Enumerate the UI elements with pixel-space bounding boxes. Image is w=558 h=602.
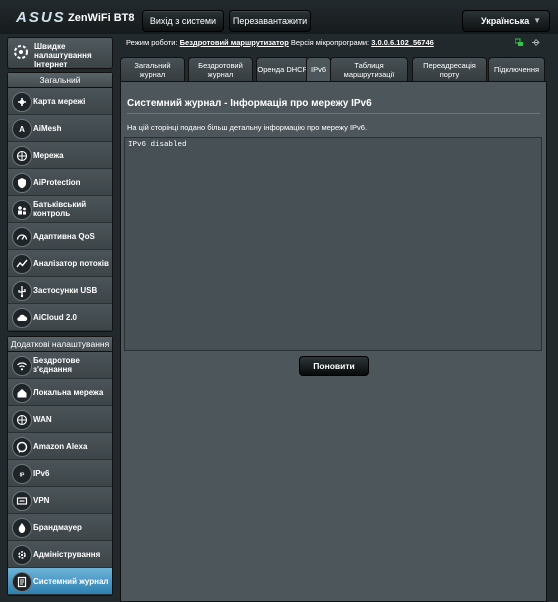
usb-icon [12,281,32,301]
sidebar: Швидке налаштування Інтернет Загальний К… [0,34,118,600]
firmware-version-link[interactable]: 3.0.0.6.102_56746 [371,38,434,47]
sidebar-item-label: AiCloud 2.0 [33,313,78,322]
sidebar-item-label: Адаптивна QoS [33,232,95,241]
sidebar-item-label: Аналізатор потоків [33,259,109,268]
tab-dhcp-leases[interactable]: Оренда DHCP [256,57,309,81]
mode-label: Режим роботи: [126,38,178,47]
vpn-icon [12,491,32,511]
sidebar-item-firewall[interactable]: Брандмауер [8,514,112,541]
tab-port-forwarding[interactable]: Переадресація порту [412,57,487,81]
sidebar-item-label: Системний журнал [33,577,109,586]
tab-connections[interactable]: Підключення [488,57,545,81]
title-divider [127,113,540,114]
general-menu: Загальний Карта мережі A AiMesh Мережа AiPro… [7,72,113,332]
log-textarea[interactable]: IPv6 disabled [124,137,542,351]
log-content: IPv6 disabled [128,141,187,149]
sidebar-item-label: Застосунки USB [33,286,98,295]
logout-button[interactable]: Вихід з системи [142,10,224,32]
admin-icon [12,545,32,565]
quick-setup-label: Швидке налаштування Інтернет [34,42,92,69]
sidebar-item-aimesh[interactable]: A AiMesh [8,115,112,142]
network-status-icon[interactable] [515,38,524,47]
sidebar-item-usb[interactable]: Застосунки USB [8,277,112,304]
model-name: ZenWiFi BT8 [68,12,135,24]
quick-setup-button[interactable]: Швидке налаштування Інтернет [7,37,113,69]
sidebar-item-analyzer[interactable]: Аналізатор потоків [8,250,112,277]
cloud-icon [12,308,32,328]
tab-general-log[interactable]: Загальний журнал [120,57,185,81]
sidebar-item-parental[interactable]: Батьківський контроль [8,196,112,223]
sidebar-item-label: VPN [33,496,50,505]
asus-logo[interactable]: ASUS [16,9,66,26]
page-description: На цій сторінці подано більш детальну ін… [127,123,368,132]
general-menu-header: Загальний [8,73,112,88]
sidebar-item-home[interactable]: Локальна мережа [8,379,112,406]
reboot-button[interactable]: Перезавантажити [229,10,311,32]
advanced-menu: Додаткові налаштування Бездротове з'єдна… [7,336,113,596]
sidebar-item-label: Локальна мережа [33,388,104,397]
sidebar-item-label: AiMesh [33,124,62,133]
tab-wireless-log[interactable]: Бездротовий журнал [188,57,253,81]
sidebar-item-label: Карта мережі [33,97,86,106]
speedometer-icon [12,227,32,247]
shield-icon [12,173,32,193]
globe-icon [12,146,32,166]
sidebar-item-label: Адміністрування [33,550,101,559]
language-select[interactable]: Українська ▼ [462,10,550,32]
sidebar-item-label: AiProtection [33,178,81,187]
tab-ipv6[interactable]: IPv6 [306,57,331,81]
usb-status-icon[interactable] [531,38,540,47]
status-line: Режим роботи: Бездротовий маршрутизатор … [126,38,434,47]
firewall-icon [12,518,32,538]
svg-text:A: A [19,125,25,134]
wifi-icon [12,356,32,376]
ipv6-icon: IP [12,464,32,484]
sidebar-item-log[interactable]: Системний журнал [8,568,112,595]
sidebar-item-shield[interactable]: AiProtection [8,169,112,196]
sidebar-item-label: Батьківський контроль [33,200,87,218]
language-value: Українська [481,16,530,26]
sidebar-item-alexa[interactable]: Amazon Alexa [8,433,112,460]
svg-text:IP: IP [20,473,25,479]
globe-icon [12,410,32,430]
tab-routing-table[interactable]: Таблиця маршрутизації [330,57,408,81]
sidebar-item-admin[interactable]: Адміністрування [8,541,112,568]
sidebar-item-label: Amazon Alexa [33,442,88,451]
dropdown-arrow-icon: ▼ [533,16,541,25]
sidebar-item-label: Мережа [33,151,64,160]
advanced-menu-header: Додаткові налаштування [8,337,112,352]
sidebar-item-label: Бездротове з'єднання [33,356,80,374]
operation-mode-link[interactable]: Бездротовий маршрутизатор [180,38,289,47]
sidebar-item-wifi[interactable]: Бездротове з'єднання [8,352,112,379]
top-banner: ASUS ZenWiFi BT8 Вихід з системи Перезав… [0,0,558,34]
sidebar-item-globe[interactable]: Мережа [8,142,112,169]
sidebar-item-label: WAN [33,415,52,424]
sidebar-item-label: IPv6 [33,469,50,478]
sidebar-item-ipv6[interactable]: IP IPv6 [8,460,112,487]
sidebar-item-network-map[interactable]: Карта мережі [8,88,112,115]
page-title: Системний журнал - Інформація про мережу… [127,98,372,109]
sidebar-item-speedometer[interactable]: Адаптивна QoS [8,223,112,250]
aimesh-icon: A [12,119,32,139]
quick-setup-icon [14,45,28,59]
refresh-button[interactable]: Поновити [299,356,369,376]
parental-icon [12,200,32,220]
alexa-icon [12,437,32,457]
sidebar-item-globe[interactable]: WAN [8,406,112,433]
content-panel: Системний журнал - Інформація про мережу… [120,81,547,602]
sidebar-item-cloud[interactable]: AiCloud 2.0 [8,304,112,331]
firmware-label: Версія мікропрограми: [290,38,370,47]
log-icon [12,572,32,592]
sidebar-item-label: Брандмауер [33,523,82,532]
home-icon [12,383,32,403]
analyzer-icon [12,254,32,274]
network-map-icon [12,92,32,112]
sidebar-item-vpn[interactable]: VPN [8,487,112,514]
